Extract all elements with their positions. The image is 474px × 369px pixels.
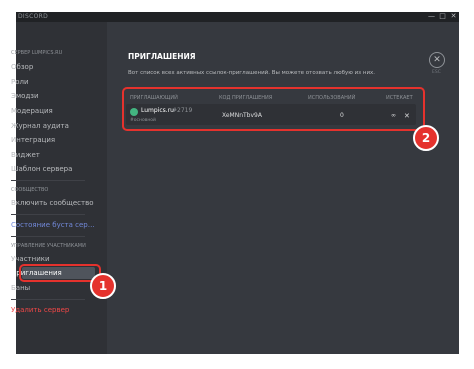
callout-badge-1: 1 [90,273,116,299]
sidebar-item-widget[interactable]: Виджет [11,151,40,159]
sidebar-header-server: СЕРВЕР LUMPICS.RU [11,50,63,56]
title-bar: DISCORD — □ ✕ [16,12,459,22]
sidebar-header-members: УПРАВЛЕНИЕ УЧАСТНИКАМИ [11,243,86,249]
sidebar-header-community: СООБЩЕСТВО [11,187,49,193]
close-settings-button[interactable]: ✕ [429,52,445,68]
sidebar-item-moderation[interactable]: Модерация [11,107,53,115]
page-title: ПРИГЛАШЕНИЯ [128,52,196,61]
sidebar-item-members[interactable]: Участники [11,255,50,263]
sidebar-item-enable-community[interactable]: Включить сообщество [11,199,93,207]
sidebar-divider [11,299,85,300]
minimize-icon[interactable]: — [427,12,436,21]
sidebar-item-delete-server[interactable]: Удалить сервер [11,306,69,314]
page-description: Вот список всех активных ссылок-приглаше… [128,70,376,76]
maximize-icon[interactable]: □ [438,12,447,21]
sidebar-item-integrations[interactable]: Интеграция [11,136,55,144]
sidebar-item-boost-status[interactable]: Состояние буста сер… [11,221,95,229]
app-title: DISCORD [18,13,48,20]
sidebar-item-overview[interactable]: Обзор [11,63,33,71]
sidebar-divider [11,236,85,237]
sidebar-item-roles[interactable]: Роли [11,78,29,86]
callout-badge-2: 2 [413,125,439,151]
close-window-icon[interactable]: ✕ [449,12,458,21]
invites-highlight [19,264,101,282]
sidebar-divider [11,180,85,181]
sidebar-item-audit-log[interactable]: Журнал аудита [11,122,69,130]
sidebar-divider [11,214,85,215]
sidebar-item-emoji[interactable]: Эмодзи [11,92,39,100]
invites-table-highlight [122,87,425,131]
esc-label: ESC [432,70,441,75]
sidebar-item-server-template[interactable]: Шаблон сервера [11,165,72,173]
sidebar-item-bans[interactable]: Баны [11,284,30,292]
